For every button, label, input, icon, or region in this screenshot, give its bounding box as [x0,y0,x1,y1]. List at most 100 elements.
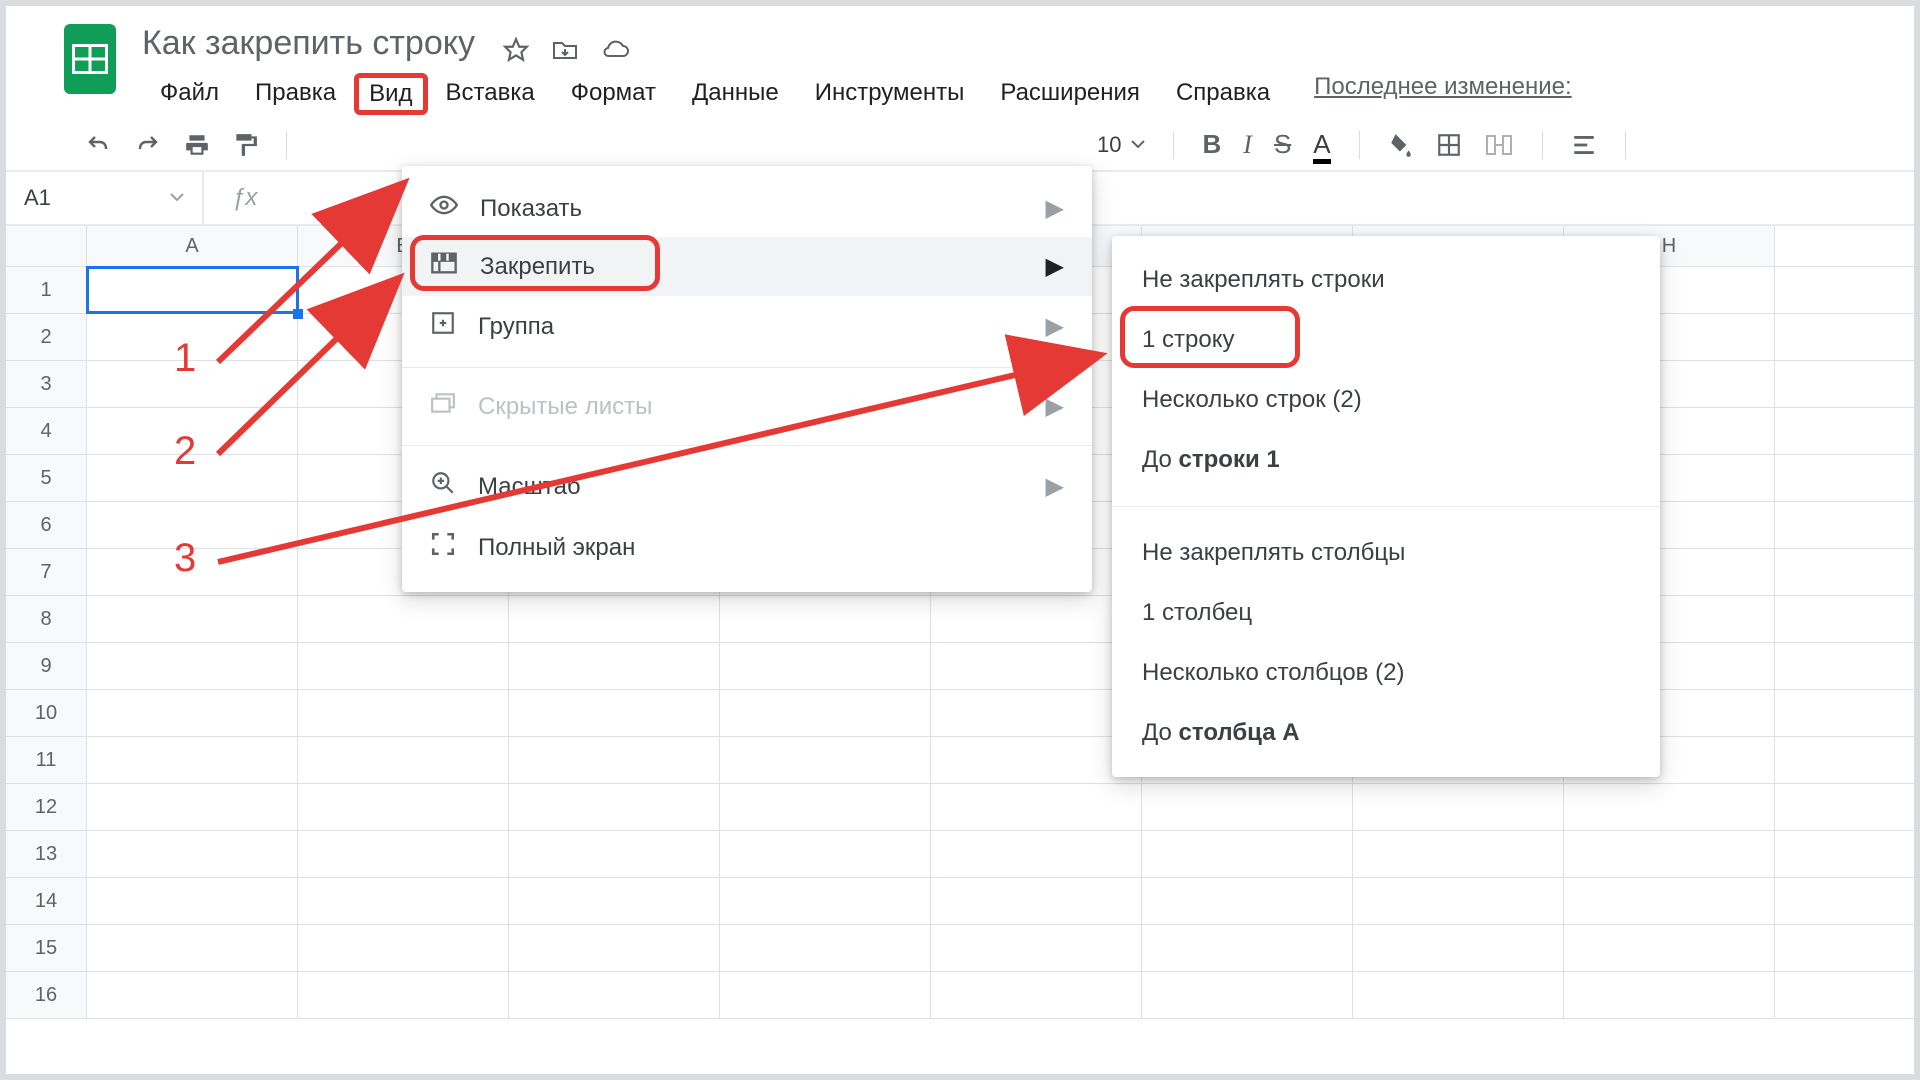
cell[interactable] [509,878,720,924]
cell[interactable] [720,878,931,924]
cell[interactable] [1564,925,1775,971]
print-icon[interactable] [184,132,210,158]
cell[interactable] [1142,878,1353,924]
strikethrough-button[interactable]: S [1274,129,1291,160]
menu-item-zoom[interactable]: Масштаб ▶ [402,456,1092,517]
menu-help[interactable]: Справка [1158,73,1288,115]
cell[interactable] [931,925,1142,971]
cell[interactable] [931,737,1142,783]
cell[interactable] [298,972,509,1018]
menu-item-freeze[interactable]: Закрепить ▶ [402,237,1092,296]
cell[interactable] [87,972,298,1018]
cell[interactable] [720,831,931,877]
cell[interactable] [298,737,509,783]
row-header[interactable]: 1 [6,267,87,313]
menu-file[interactable]: Файл [142,73,237,115]
freeze-no-cols[interactable]: Не закреплять столбцы [1112,523,1660,583]
cell[interactable] [509,690,720,736]
cell[interactable] [87,690,298,736]
freeze-upto-col[interactable]: До столбца A [1112,703,1660,763]
merge-cells-button[interactable] [1484,133,1514,157]
freeze-several-cols[interactable]: Несколько столбцов (2) [1112,643,1660,703]
freeze-no-rows[interactable]: Не закреплять строки [1112,250,1660,310]
cell[interactable] [298,596,509,642]
font-size-select[interactable]: 10 [1097,132,1145,158]
text-color-button[interactable]: A [1313,129,1330,160]
row-header[interactable]: 5 [6,455,87,501]
menu-view[interactable]: Вид [354,73,427,115]
redo-icon[interactable] [134,133,162,157]
cell[interactable] [1353,784,1564,830]
cell[interactable] [720,596,931,642]
cell[interactable] [298,925,509,971]
document-title[interactable]: Как закрепить строку [142,24,475,63]
cell[interactable] [1564,972,1775,1018]
undo-icon[interactable] [84,133,112,157]
cell[interactable] [87,878,298,924]
menu-format[interactable]: Формат [553,73,674,115]
cell[interactable] [720,690,931,736]
cell[interactable] [87,784,298,830]
cell[interactable] [87,596,298,642]
cell[interactable] [1142,784,1353,830]
paint-format-icon[interactable] [232,132,258,158]
cell[interactable] [509,972,720,1018]
cell[interactable] [509,596,720,642]
bold-button[interactable]: B [1202,129,1221,160]
row-header[interactable]: 11 [6,737,87,783]
freeze-several-rows[interactable]: Несколько строк (2) [1112,370,1660,430]
row-header[interactable]: 7 [6,549,87,595]
cell[interactable] [931,784,1142,830]
cell[interactable] [720,784,931,830]
cell[interactable] [720,643,931,689]
cell[interactable] [298,643,509,689]
cell[interactable] [509,831,720,877]
cloud-saved-icon[interactable] [601,37,631,63]
cell[interactable] [1564,878,1775,924]
menu-item-fullscreen[interactable]: Полный экран [402,517,1092,578]
italic-button[interactable]: I [1243,130,1252,160]
cell[interactable] [1142,831,1353,877]
row-header[interactable]: 4 [6,408,87,454]
cell[interactable] [1564,784,1775,830]
cell[interactable] [87,643,298,689]
cell[interactable] [931,596,1142,642]
cell[interactable] [509,643,720,689]
fill-color-button[interactable] [1388,132,1414,158]
cell[interactable] [1142,972,1353,1018]
cell[interactable] [931,878,1142,924]
cell[interactable] [1353,972,1564,1018]
cell[interactable] [931,972,1142,1018]
cell[interactable] [87,267,298,313]
menu-tools[interactable]: Инструменты [797,73,983,115]
cell[interactable] [509,784,720,830]
row-header[interactable]: 16 [6,972,87,1018]
cell[interactable] [298,690,509,736]
cell[interactable] [720,737,931,783]
menu-extensions[interactable]: Расширения [982,73,1158,115]
borders-button[interactable] [1436,132,1462,158]
menu-edit[interactable]: Правка [237,73,354,115]
select-all-corner[interactable] [6,226,87,266]
cell[interactable] [1142,925,1353,971]
cell[interactable] [1353,925,1564,971]
menu-insert[interactable]: Вставка [428,73,553,115]
cell[interactable] [931,831,1142,877]
row-header[interactable]: 9 [6,643,87,689]
horizontal-align-button[interactable] [1571,134,1597,156]
row-header[interactable]: 3 [6,361,87,407]
cell[interactable] [87,831,298,877]
row-header[interactable]: 10 [6,690,87,736]
cell[interactable] [1353,878,1564,924]
cell[interactable] [298,784,509,830]
freeze-1-row[interactable]: 1 строку [1112,310,1660,370]
freeze-upto-row[interactable]: До строки 1 [1112,430,1660,490]
cell[interactable] [509,737,720,783]
row-header[interactable]: 14 [6,878,87,924]
cell[interactable] [1564,831,1775,877]
row-header[interactable]: 8 [6,596,87,642]
name-box[interactable]: A1 [6,172,204,224]
cell[interactable] [298,831,509,877]
menu-item-show[interactable]: Показать ▶ [402,180,1092,237]
row-header[interactable]: 2 [6,314,87,360]
